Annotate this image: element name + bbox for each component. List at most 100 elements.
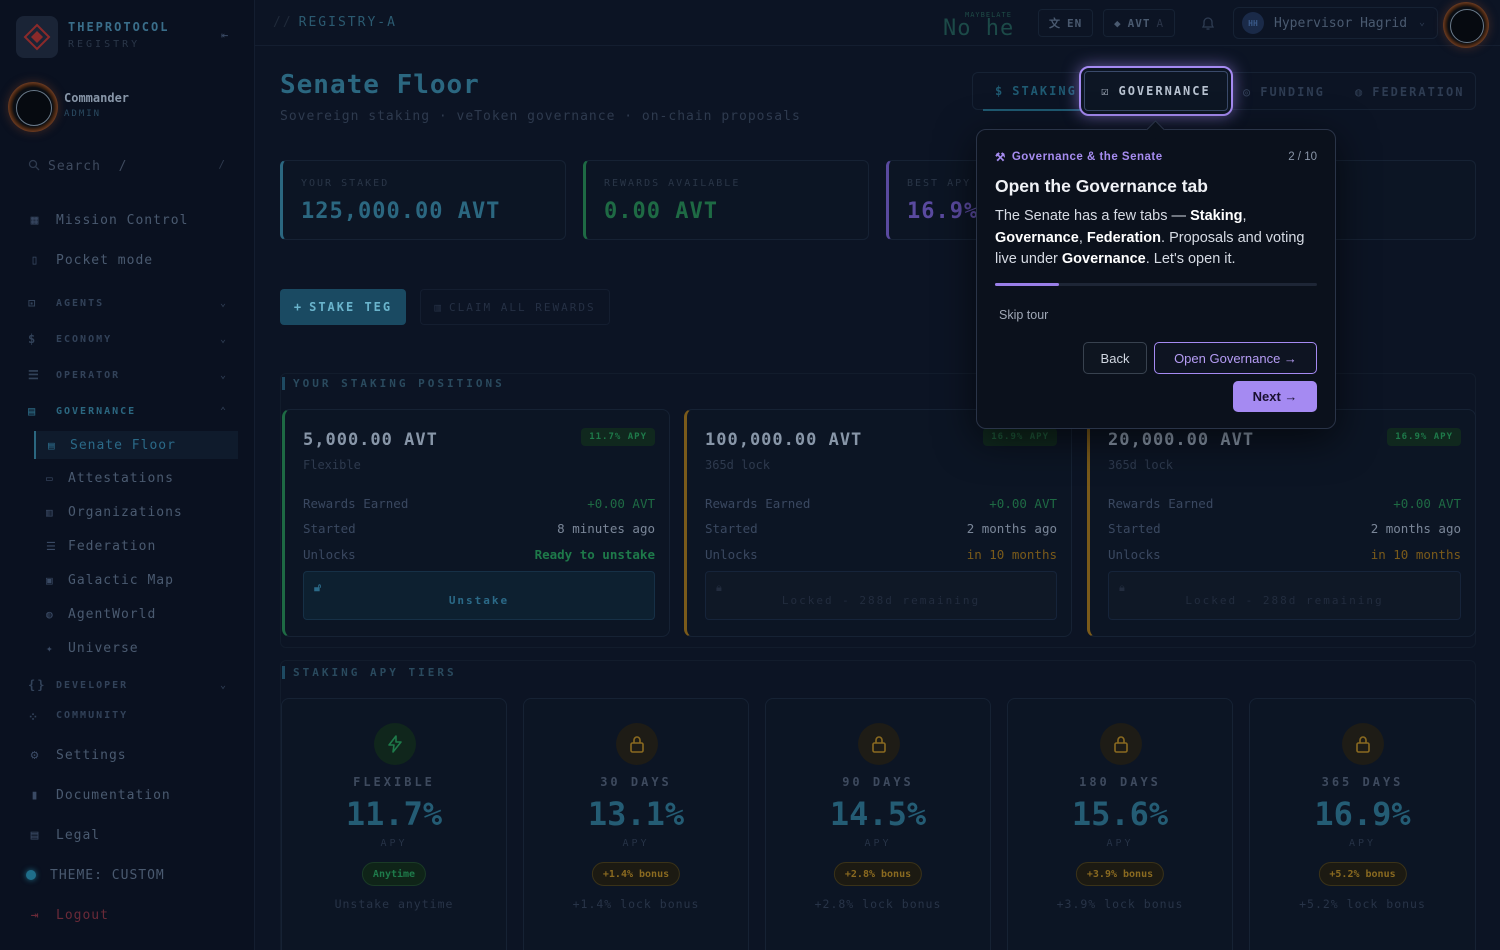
chevron-down-icon: ⌄ [219, 297, 228, 309]
tab-funding[interactable]: ◎ FUNDING [1243, 73, 1325, 111]
chevron-down-icon: ⌄ [1418, 17, 1425, 28]
skip-tour-button[interactable]: Skip tour [999, 308, 1048, 322]
building-icon: ▤ [28, 404, 38, 418]
nav-galactic-map[interactable]: ▣ Galactic Map [46, 568, 174, 592]
nav-mission-control[interactable]: ▦ Mission Control [28, 208, 188, 232]
server-icon: ☰ [28, 368, 41, 382]
tour-back-button[interactable]: Back [1083, 342, 1147, 374]
tier-card[interactable]: 30 DAYS 13.1% APY +1.4% bonus +1.4% lock… [523, 698, 749, 950]
globe-icon: ◍ [46, 607, 54, 621]
apy-badge: 16.9% APY [983, 428, 1057, 446]
office-icon: ▥ [46, 505, 54, 519]
search-input[interactable] [48, 156, 218, 176]
profile-avatar[interactable] [1443, 2, 1489, 48]
hypervisor-badge: HH [1242, 12, 1264, 34]
logout-icon: ⇥ [30, 907, 40, 923]
section-governance[interactable]: ▤ GOVERNANCE ⌃ [28, 401, 228, 421]
chevron-down-icon: ⌄ [219, 333, 228, 345]
building-icon: ▤ [48, 438, 56, 452]
plus-icon: + [293, 300, 304, 314]
tour-body: The Senate has a few tabs — Staking, Gov… [995, 208, 1305, 267]
language-selector[interactable]: 文 EN [1038, 9, 1094, 37]
nav-legal[interactable]: ▤ Legal [28, 823, 100, 847]
tier-card[interactable]: 90 DAYS 14.5% APY +2.8% bonus +2.8% lock… [765, 698, 991, 950]
section-operator[interactable]: ☰ OPERATOR ⌄ [28, 365, 228, 385]
tier-card[interactable]: FLEXIBLE 11.7% APY Anytime Unstake anyti… [281, 698, 507, 950]
bolt-icon [374, 723, 416, 765]
tier-card[interactable]: 365 DAYS 16.9% APY +5.2% bonus +5.2% loc… [1249, 698, 1476, 950]
robot-icon: ⊡ [28, 296, 38, 310]
nav-documentation[interactable]: ▮ Documentation [28, 783, 171, 807]
nav-theme[interactable]: THEME: CUSTOM [26, 863, 165, 887]
globe-icon: ◍ [1355, 85, 1365, 99]
brand[interactable]: THEPROTOCOL REGISTRY ⇤ [16, 14, 241, 58]
nav-attestations[interactable]: ▭ Attestations [46, 466, 174, 490]
lock-icon [1342, 723, 1384, 765]
nav-federation[interactable]: ☰ Federation [46, 534, 156, 558]
section-agents[interactable]: ⊡ AGENTS ⌄ [28, 293, 228, 313]
breadcrumb: //REGISTRY-A [273, 15, 397, 30]
sparkle-icon: ✦ [46, 641, 54, 655]
open-governance-button[interactable]: Open Governance → [1154, 342, 1317, 374]
lock-icon [1100, 723, 1142, 765]
nav-logout[interactable]: ⇥ Logout [28, 903, 109, 927]
nav-organizations[interactable]: ▥ Organizations [46, 500, 183, 524]
stake-button[interactable]: + STAKE TEG [280, 289, 406, 325]
nav-settings[interactable]: ⚙ Settings [28, 743, 127, 767]
user-role: ADMIN [64, 109, 102, 119]
tab-governance[interactable]: ☑ GOVERNANCE [1079, 66, 1233, 116]
theme-dot-icon [26, 870, 36, 880]
lock-icon: 🔒︎ [716, 581, 724, 594]
claim-all-rewards-button[interactable]: ▥ CLAIM ALL REWARDS [420, 289, 610, 325]
apy-badge: 16.9% APY [1387, 428, 1461, 446]
tier-badge: +3.9% bonus [1075, 862, 1165, 886]
brand-name: THEPROTOCOL [68, 20, 170, 34]
topbar: //REGISTRY-A MAYBELATE No he 文 EN ◆ AVT A H… [255, 0, 1500, 48]
avatar [8, 82, 58, 132]
braces-icon: {} [28, 678, 47, 692]
dollar-icon: $ [995, 84, 1005, 98]
tour-progress-fill [995, 283, 1060, 286]
search-box: / [20, 153, 235, 179]
locked-indicator: 🔒︎ Locked - 288d remaining [1108, 571, 1461, 620]
map-icon: ▣ [46, 573, 54, 587]
clock-display: No he [943, 16, 1015, 41]
gear-icon: ⚙ [30, 747, 40, 763]
people-icon: ⁘ [28, 710, 41, 722]
tour-progress-bar [995, 283, 1317, 286]
nav-universe[interactable]: ✦ Universe [46, 636, 139, 660]
server-icon: ☰ [46, 539, 57, 553]
nav-agentworld[interactable]: ◍ AgentWorld [46, 602, 156, 626]
tour-kicker: ⚒ Governance & the Senate [995, 151, 1163, 164]
hypervisor-selector[interactable]: HH Hypervisor Hagrid ⌄ [1233, 7, 1438, 39]
clock: MAYBELATE No he [943, 8, 1023, 41]
token-selector[interactable]: ◆ AVT A [1103, 9, 1176, 37]
lock-icon [858, 723, 900, 765]
section-developer[interactable]: {} DEVELOPER ⌄ [28, 675, 228, 695]
nav-pocket-mode[interactable]: ▯ Pocket mode [28, 248, 153, 272]
brand-logo-icon [16, 16, 58, 58]
translate-icon: 文 [1049, 17, 1061, 30]
section-community[interactable]: ⁘ COMMUNITY [28, 710, 228, 722]
tier-card[interactable]: 180 DAYS 15.6% APY +3.9% bonus +3.9% loc… [1007, 698, 1233, 950]
tour-popover: ⚒ Governance & the Senate 2 / 10 Open the… [976, 129, 1336, 429]
unstake-button[interactable]: 🔓︎ Unstake [303, 571, 655, 620]
section-economy[interactable]: $ ECONOMY ⌄ [28, 329, 228, 349]
tab-governance-inner: ☑ GOVERNANCE [1084, 71, 1228, 111]
unlock-icon: 🔓︎ [314, 581, 324, 594]
page-title: Senate Floor [280, 70, 480, 100]
tab-federation[interactable]: ◍ FEDERATION [1355, 73, 1464, 111]
nav-senate-floor[interactable]: ▤ Senate Floor [34, 431, 238, 459]
tab-staking[interactable]: $ STAKING [983, 73, 1089, 111]
apy-badge: 11.7% APY [581, 428, 655, 446]
collapse-sidebar-icon[interactable]: ⇤ [221, 28, 235, 42]
tour-next-button[interactable]: Next → [1233, 381, 1317, 412]
tier-badge: +2.8% bonus [833, 862, 923, 886]
scale-icon: ▤ [30, 827, 40, 843]
brand-sub: REGISTRY [68, 39, 141, 50]
gavel-icon: ⚒ [995, 152, 1006, 164]
bell-icon[interactable] [1200, 15, 1216, 31]
user-card[interactable]: Commander ADMIN [8, 82, 243, 134]
diamond-icon: ◆ [1114, 16, 1122, 30]
search-icon [28, 159, 40, 171]
